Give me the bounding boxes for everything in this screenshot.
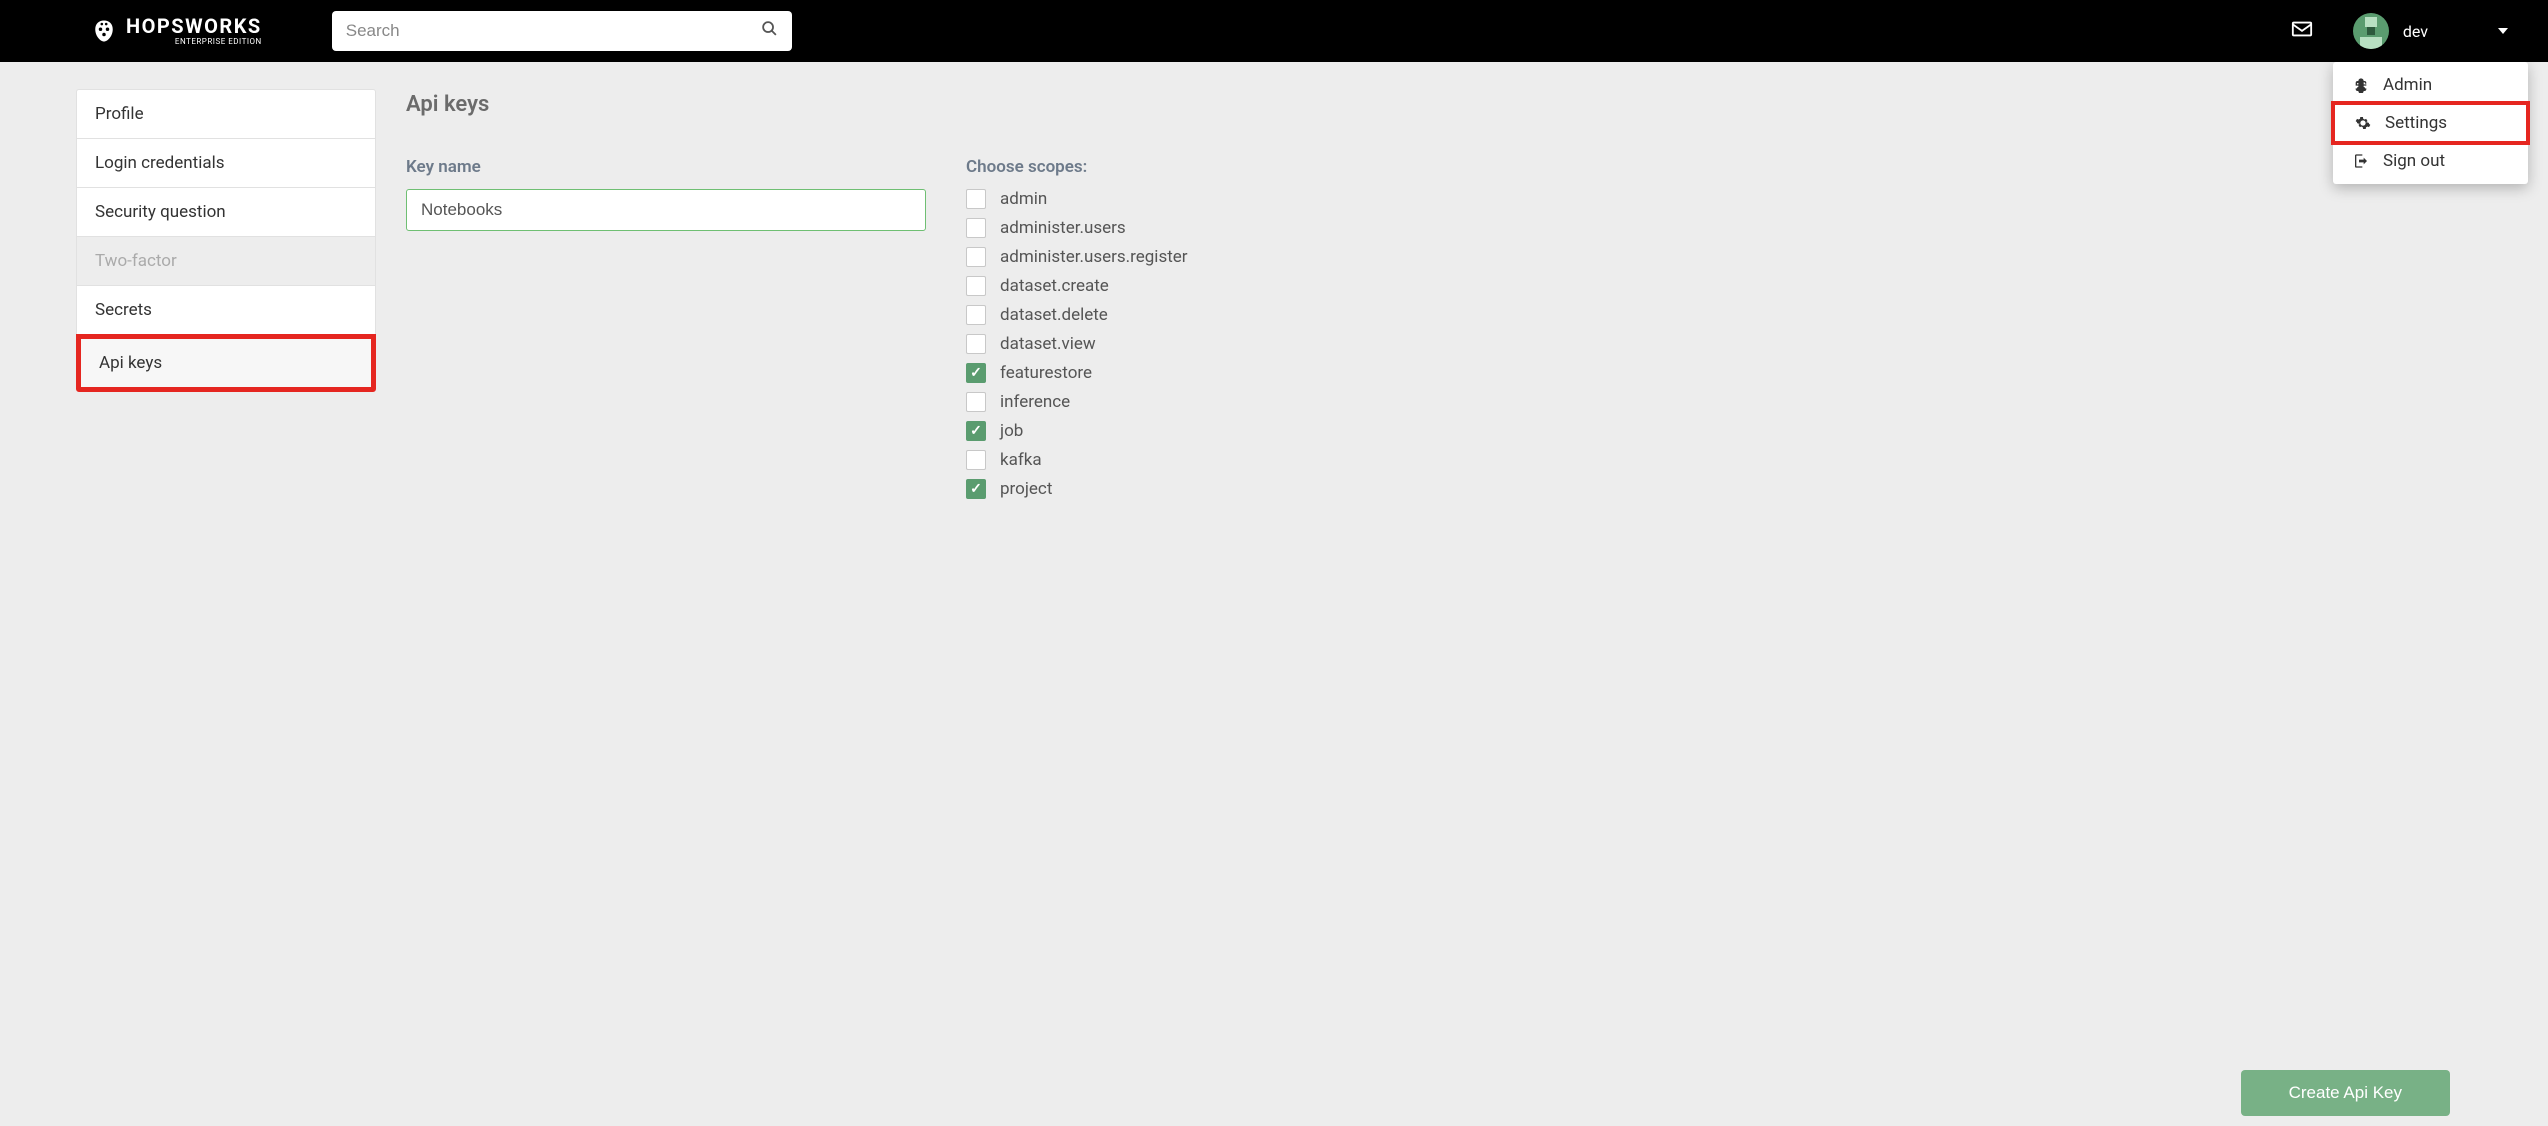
- scope-label: kafka: [1000, 450, 1042, 470]
- scope-item: job: [966, 421, 1470, 441]
- dropdown-item-sign-out[interactable]: Sign out: [2333, 143, 2528, 179]
- search-input[interactable]: [346, 21, 761, 41]
- scopes-list: admin administer.users administer.users.re…: [966, 189, 1470, 499]
- sidebar-item-login-credentials[interactable]: Login credentials: [76, 138, 376, 188]
- scope-checkbox-featurestore[interactable]: [966, 363, 986, 383]
- scope-label: project: [1000, 479, 1052, 499]
- scope-label: administer.users.register: [1000, 247, 1188, 267]
- scope-checkbox-project[interactable]: [966, 479, 986, 499]
- scope-item: project: [966, 479, 1470, 499]
- dropdown-item-admin[interactable]: Admin: [2333, 67, 2528, 103]
- chevron-down-icon: [2498, 28, 2508, 34]
- sidebar-item-api-keys[interactable]: Api keys: [76, 334, 376, 392]
- scope-item: administer.users.register: [966, 247, 1470, 267]
- mail-icon[interactable]: [2291, 18, 2313, 44]
- dropdown-item-settings[interactable]: Settings: [2331, 101, 2530, 145]
- signout-icon: [2353, 153, 2377, 169]
- scope-item: admin: [966, 189, 1470, 209]
- brand-logo-icon: [90, 17, 118, 45]
- scope-item: featurestore: [966, 363, 1470, 383]
- top-navbar: HOPSWORKS ENTERPRISE EDITION dev: [0, 0, 2548, 62]
- scope-item: dataset.create: [966, 276, 1470, 296]
- user-menu-trigger[interactable]: dev: [2353, 13, 2528, 49]
- sidebar-item-profile[interactable]: Profile: [76, 89, 376, 139]
- scope-checkbox-job[interactable]: [966, 421, 986, 441]
- scope-checkbox-kafka[interactable]: [966, 450, 986, 470]
- avatar: [2353, 13, 2389, 49]
- content-area: Api keys Key name Choose scopes: adminad…: [376, 64, 1500, 527]
- key-name-column: Key name: [406, 157, 926, 499]
- scope-checkbox-admin[interactable]: [966, 189, 986, 209]
- dropdown-item-label: Admin: [2383, 75, 2432, 95]
- brand-subtitle: ENTERPRISE EDITION: [126, 38, 262, 46]
- dropdown-item-label: Settings: [2385, 113, 2447, 133]
- scope-label: inference: [1000, 392, 1070, 412]
- brand-block[interactable]: HOPSWORKS ENTERPRISE EDITION: [90, 16, 262, 46]
- search-box[interactable]: [332, 11, 792, 51]
- brand-name: HOPSWORKS: [126, 16, 262, 36]
- username: dev: [2403, 22, 2428, 41]
- scope-checkbox-administer-users[interactable]: [966, 218, 986, 238]
- dropdown-item-label: Sign out: [2383, 151, 2445, 171]
- scope-label: job: [1000, 421, 1023, 441]
- scope-checkbox-dataset-delete[interactable]: [966, 305, 986, 325]
- user-dropdown-menu: Admin Settings Sign out: [2333, 62, 2528, 184]
- bug-icon: [2353, 77, 2377, 93]
- create-api-key-button[interactable]: Create Api Key: [2241, 1070, 2450, 1116]
- scope-label: admin: [1000, 189, 1047, 209]
- sidebar-item-security-question[interactable]: Security question: [76, 187, 376, 237]
- sidebar-item-secrets[interactable]: Secrets: [76, 285, 376, 335]
- scope-item: kafka: [966, 450, 1470, 470]
- form-row: Key name Choose scopes: admin administer.…: [406, 157, 1470, 499]
- scopes-column: Choose scopes: adminadminister.usersadmi…: [966, 157, 1470, 499]
- brand-text: HOPSWORKS ENTERPRISE EDITION: [126, 16, 262, 46]
- key-name-input[interactable]: [406, 189, 926, 231]
- scope-checkbox-administer-users-register[interactable]: [966, 247, 986, 267]
- scope-label: dataset.create: [1000, 276, 1109, 296]
- settings-sidebar: ProfileLogin credentialsSecurity questio…: [76, 90, 376, 527]
- page-title: Api keys: [406, 92, 1470, 117]
- scope-item: dataset.view: [966, 334, 1470, 354]
- sidebar-item-two-factor: Two-factor: [76, 236, 376, 286]
- page-body: ProfileLogin credentialsSecurity questio…: [0, 64, 1500, 527]
- scope-label: dataset.delete: [1000, 305, 1108, 325]
- search-icon[interactable]: [761, 20, 778, 42]
- scope-label: dataset.view: [1000, 334, 1096, 354]
- scope-item: dataset.delete: [966, 305, 1470, 325]
- scope-item: inference: [966, 392, 1470, 412]
- key-name-label: Key name: [406, 157, 926, 177]
- gear-icon: [2355, 115, 2379, 131]
- scope-label: featurestore: [1000, 363, 1092, 383]
- scope-item: administer.users: [966, 218, 1470, 238]
- scope-checkbox-inference[interactable]: [966, 392, 986, 412]
- scope-checkbox-dataset-view[interactable]: [966, 334, 986, 354]
- scope-checkbox-dataset-create[interactable]: [966, 276, 986, 296]
- scope-label: administer.users: [1000, 218, 1126, 238]
- scopes-label: Choose scopes:: [966, 157, 1470, 177]
